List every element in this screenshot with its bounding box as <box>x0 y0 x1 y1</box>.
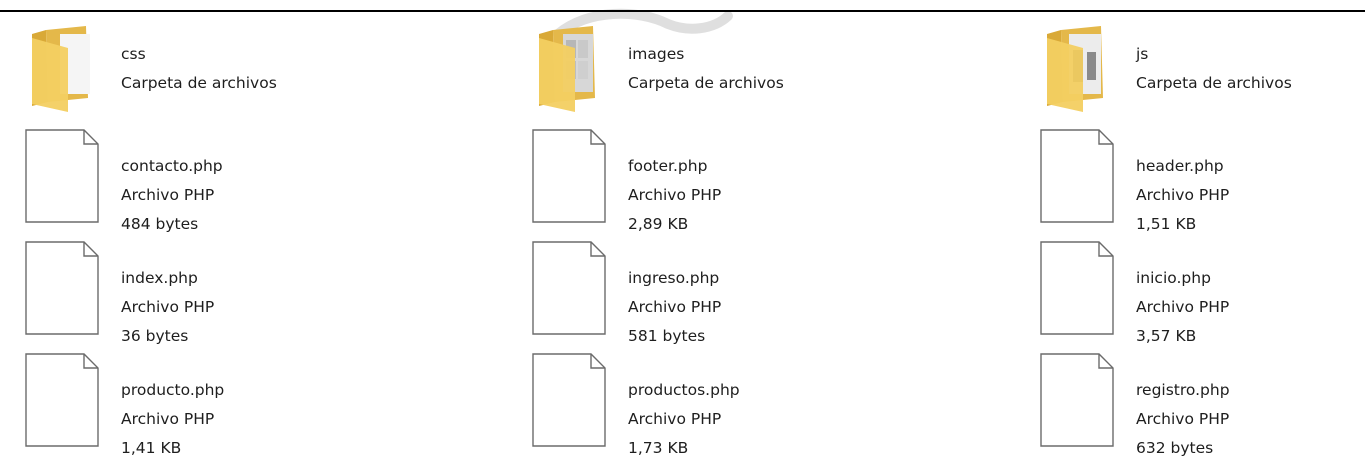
item-size: 484 bytes <box>121 215 199 233</box>
file-item[interactable]: header.php Archivo PHP 1,51 KB <box>1039 128 1365 233</box>
item-name: inicio.php <box>1136 269 1211 287</box>
item-type: Archivo PHP <box>121 186 215 204</box>
item-name: css <box>121 45 146 63</box>
file-item[interactable]: contacto.php Archivo PHP 484 bytes <box>24 128 354 233</box>
file-item[interactable]: ingreso.php Archivo PHP 581 bytes <box>531 240 861 345</box>
item-details: header.php Archivo PHP 1,51 KB <box>1136 152 1229 239</box>
item-type: Carpeta de archivos <box>1136 74 1292 92</box>
file-item[interactable]: inicio.php Archivo PHP 3,57 KB <box>1039 240 1365 345</box>
item-type: Carpeta de archivos <box>628 74 784 92</box>
item-details: js Carpeta de archivos <box>1136 40 1292 98</box>
item-size: 632 bytes <box>1136 439 1214 457</box>
item-name: js <box>1136 45 1149 63</box>
item-type: Archivo PHP <box>1136 410 1230 428</box>
item-name: header.php <box>1136 157 1224 175</box>
item-size: 1,41 KB <box>121 439 182 457</box>
item-size: 3,57 KB <box>1136 327 1197 345</box>
item-details: producto.php Archivo PHP 1,41 KB <box>121 376 224 463</box>
item-type: Archivo PHP <box>628 410 722 428</box>
item-name: images <box>628 45 685 63</box>
item-type: Archivo PHP <box>121 410 215 428</box>
item-name: producto.php <box>121 381 225 399</box>
item-type: Archivo PHP <box>628 186 722 204</box>
file-item[interactable]: producto.php Archivo PHP 1,41 KB <box>24 352 354 457</box>
item-details: images Carpeta de archivos <box>628 40 784 98</box>
item-type: Archivo PHP <box>1136 298 1230 316</box>
file-grid: css Carpeta de archivos images Carpeta de a… <box>0 0 1365 466</box>
item-size: 2,89 KB <box>628 215 689 233</box>
folder-item[interactable]: js Carpeta de archivos <box>1039 16 1365 116</box>
folder-item[interactable]: css Carpeta de archivos <box>24 16 354 116</box>
item-size: 1,73 KB <box>628 439 689 457</box>
file-item[interactable]: productos.php Archivo PHP 1,73 KB <box>531 352 861 457</box>
file-item[interactable]: footer.php Archivo PHP 2,89 KB <box>531 128 861 233</box>
item-details: ingreso.php Archivo PHP 581 bytes <box>628 264 721 351</box>
item-details: inicio.php Archivo PHP 3,57 KB <box>1136 264 1229 351</box>
item-name: footer.php <box>628 157 708 175</box>
item-type: Carpeta de archivos <box>121 74 277 92</box>
item-details: productos.php Archivo PHP 1,73 KB <box>628 376 740 463</box>
item-size: 1,51 KB <box>1136 215 1197 233</box>
file-item[interactable]: index.php Archivo PHP 36 bytes <box>24 240 354 345</box>
item-name: productos.php <box>628 381 740 399</box>
item-details: index.php Archivo PHP 36 bytes <box>121 264 214 351</box>
item-details: contacto.php Archivo PHP 484 bytes <box>121 152 223 239</box>
item-name: ingreso.php <box>628 269 720 287</box>
item-name: index.php <box>121 269 198 287</box>
item-details: footer.php Archivo PHP 2,89 KB <box>628 152 721 239</box>
item-details: registro.php Archivo PHP 632 bytes <box>1136 376 1230 463</box>
item-type: Archivo PHP <box>121 298 215 316</box>
item-size: 581 bytes <box>628 327 706 345</box>
item-name: registro.php <box>1136 381 1230 399</box>
item-type: Archivo PHP <box>1136 186 1230 204</box>
item-size: 36 bytes <box>121 327 189 345</box>
item-name: contacto.php <box>121 157 223 175</box>
item-details: css Carpeta de archivos <box>121 40 277 98</box>
file-item[interactable]: registro.php Archivo PHP 632 bytes <box>1039 352 1365 457</box>
item-type: Archivo PHP <box>628 298 722 316</box>
folder-item[interactable]: images Carpeta de archivos <box>531 16 861 116</box>
